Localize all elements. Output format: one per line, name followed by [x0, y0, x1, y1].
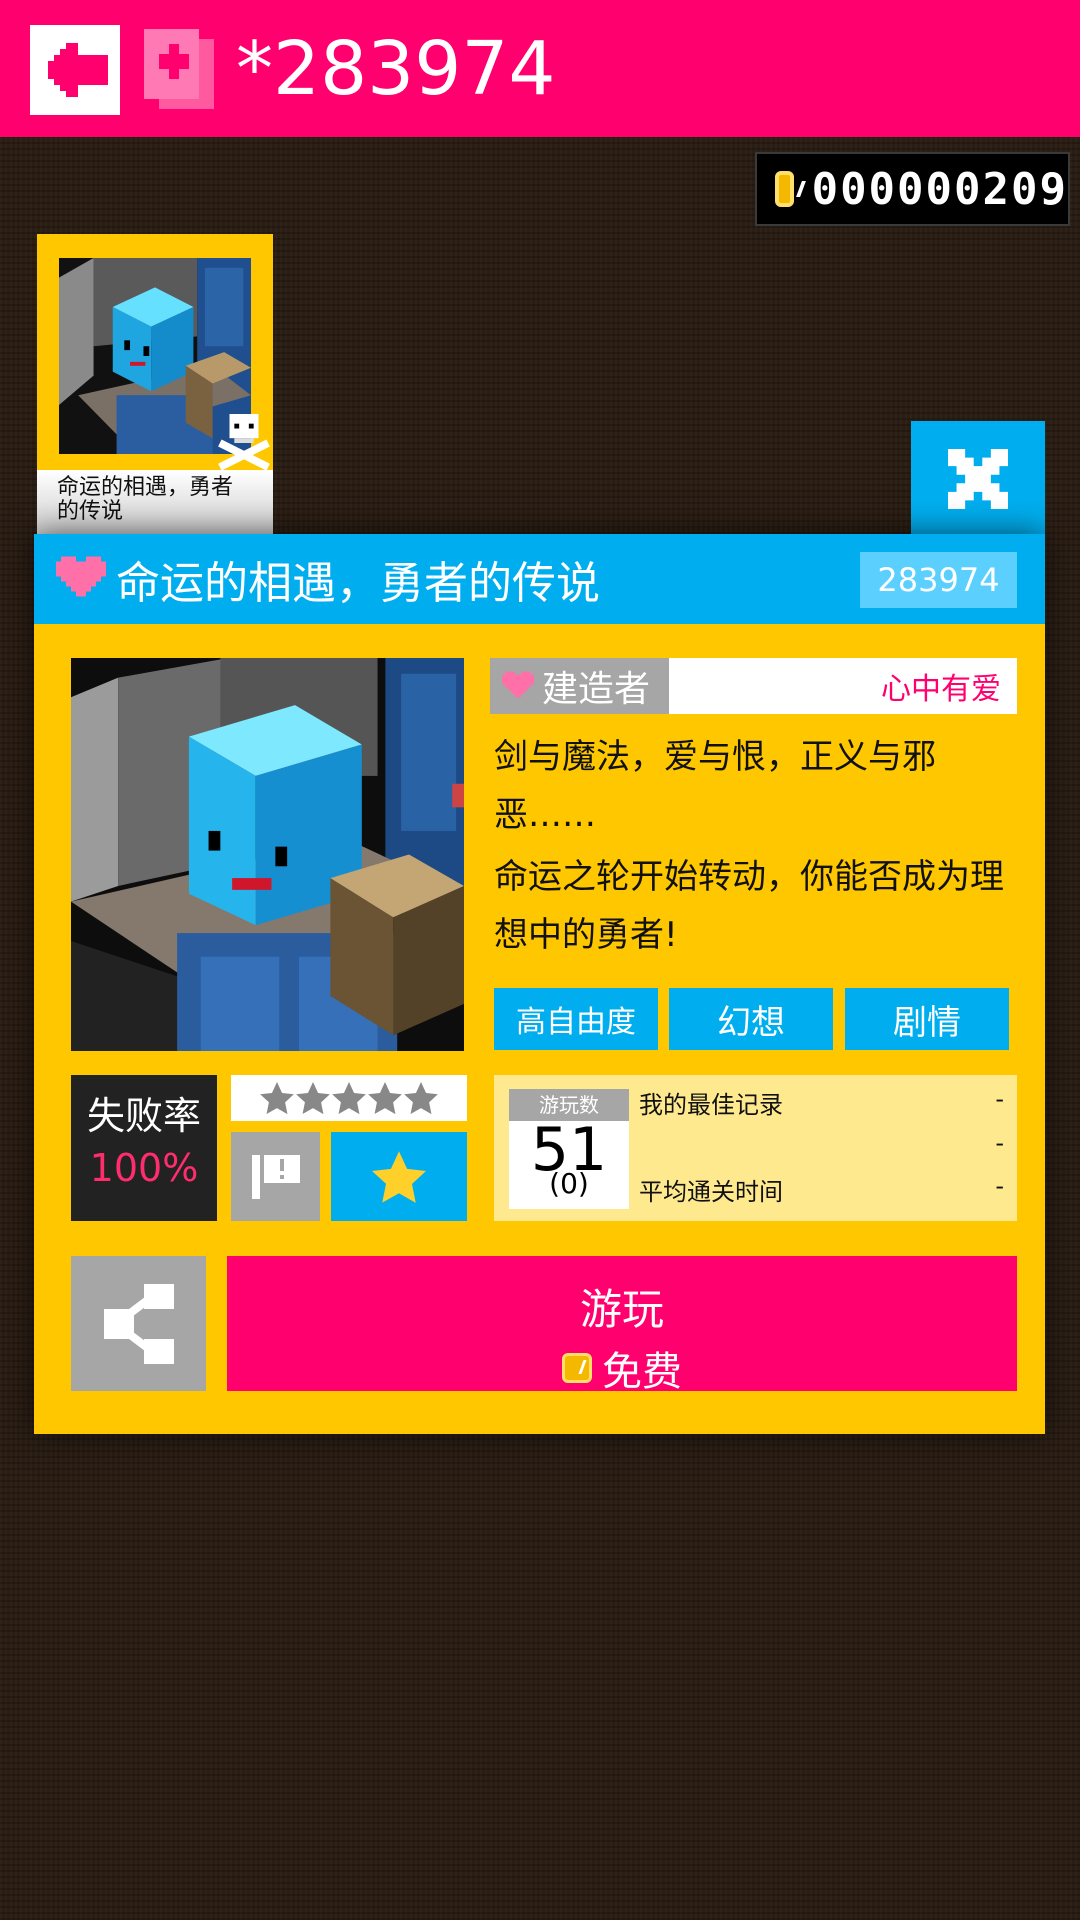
skull-icon — [218, 414, 270, 471]
coin-icon — [775, 171, 794, 207]
fail-rate-box: 失败率 100% — [71, 1075, 217, 1221]
close-button[interactable] — [911, 421, 1045, 536]
stat-row-2: - — [639, 1129, 1004, 1157]
coin-icon — [562, 1353, 592, 1383]
star-icon — [372, 1150, 426, 1203]
coin-counter: 000000209 — [755, 152, 1070, 226]
level-card-label: 命运的相遇，勇者的传说 — [37, 470, 273, 534]
play-button-label: 游玩 — [579, 1285, 664, 1334]
page-title: *283974 — [236, 26, 556, 112]
star-icon — [260, 1082, 294, 1114]
fail-rate-value: 100% — [89, 1146, 199, 1190]
copy-page-icon[interactable] — [144, 28, 214, 110]
level-detail-panel: 命运的相遇，勇者的传说 283974 建造者 心中有爱 剑与魔法，爱与恨，正义与… — [34, 534, 1045, 1434]
creator-tag: 建造者 — [490, 658, 669, 714]
play-button[interactable]: 游玩 免费 — [227, 1256, 1017, 1395]
description-line-1: 剑与魔法，爱与恨，正义与邪恶…… — [494, 737, 936, 835]
star-icon — [332, 1082, 366, 1114]
coin-value: 000000209 — [811, 163, 1068, 215]
close-icon — [948, 448, 1008, 509]
tag-button-story[interactable]: 剧情 — [845, 988, 1009, 1050]
tag-button-freedom[interactable]: 高自由度 — [494, 988, 658, 1050]
creator-name[interactable]: 心中有爱 — [669, 664, 1017, 708]
level-title: 命运的相遇，勇者的传说 — [116, 558, 600, 609]
level-id-badge: 283974 — [860, 552, 1017, 608]
stat-row-2-value: - — [995, 1129, 1004, 1157]
best-record-value: - — [995, 1085, 1004, 1113]
rating-stars — [231, 1075, 467, 1121]
tag-button-fantasy[interactable]: 幻想 — [669, 988, 833, 1050]
description-line-2: 命运之轮开始转动，你能否成为理想中的勇者! — [494, 857, 1004, 955]
report-button[interactable] — [231, 1132, 320, 1221]
play-count-card: 游玩数 51 (0) — [509, 1089, 629, 1209]
fail-rate-label: 失败率 — [86, 1094, 201, 1138]
avg-clear-time-value: - — [995, 1172, 1004, 1200]
star-icon — [368, 1082, 402, 1114]
favorite-button[interactable] — [331, 1132, 467, 1221]
play-cost-label: 免费 — [602, 1349, 682, 1395]
back-button[interactable] — [30, 25, 120, 115]
play-count-sub: (0) — [549, 1167, 589, 1200]
share-button[interactable] — [71, 1256, 206, 1391]
level-description: 剑与魔法，爱与恨，正义与邪恶…… 命运之轮开始转动，你能否成为理想中的勇者! — [494, 728, 1014, 968]
play-cost: 免费 — [227, 1339, 1017, 1397]
creator-row[interactable]: 建造者 心中有爱 — [490, 658, 1017, 714]
heart-icon — [502, 671, 534, 698]
creator-tag-label: 建造者 — [542, 669, 651, 710]
report-flag-icon — [251, 1154, 300, 1199]
play-stats-box: 游玩数 51 (0) 我的最佳记录 - - 平均通关时间 - — [494, 1075, 1017, 1221]
star-icon — [296, 1082, 330, 1114]
best-record-row: 我的最佳记录 - — [639, 1085, 1004, 1120]
level-card-thumbnail[interactable]: 命运的相遇，勇者的传说 — [37, 234, 273, 534]
best-record-label: 我的最佳记录 — [639, 1091, 783, 1119]
star-icon — [404, 1082, 438, 1114]
share-icon — [103, 1283, 174, 1364]
heart-icon — [56, 556, 106, 597]
avg-clear-time-label: 平均通关时间 — [639, 1178, 783, 1206]
avg-clear-time-row: 平均通关时间 - — [639, 1172, 1004, 1207]
level-preview-image — [71, 658, 464, 1051]
panel-header: 命运的相遇，勇者的传说 283974 — [34, 534, 1045, 624]
back-arrow-icon — [48, 43, 108, 97]
